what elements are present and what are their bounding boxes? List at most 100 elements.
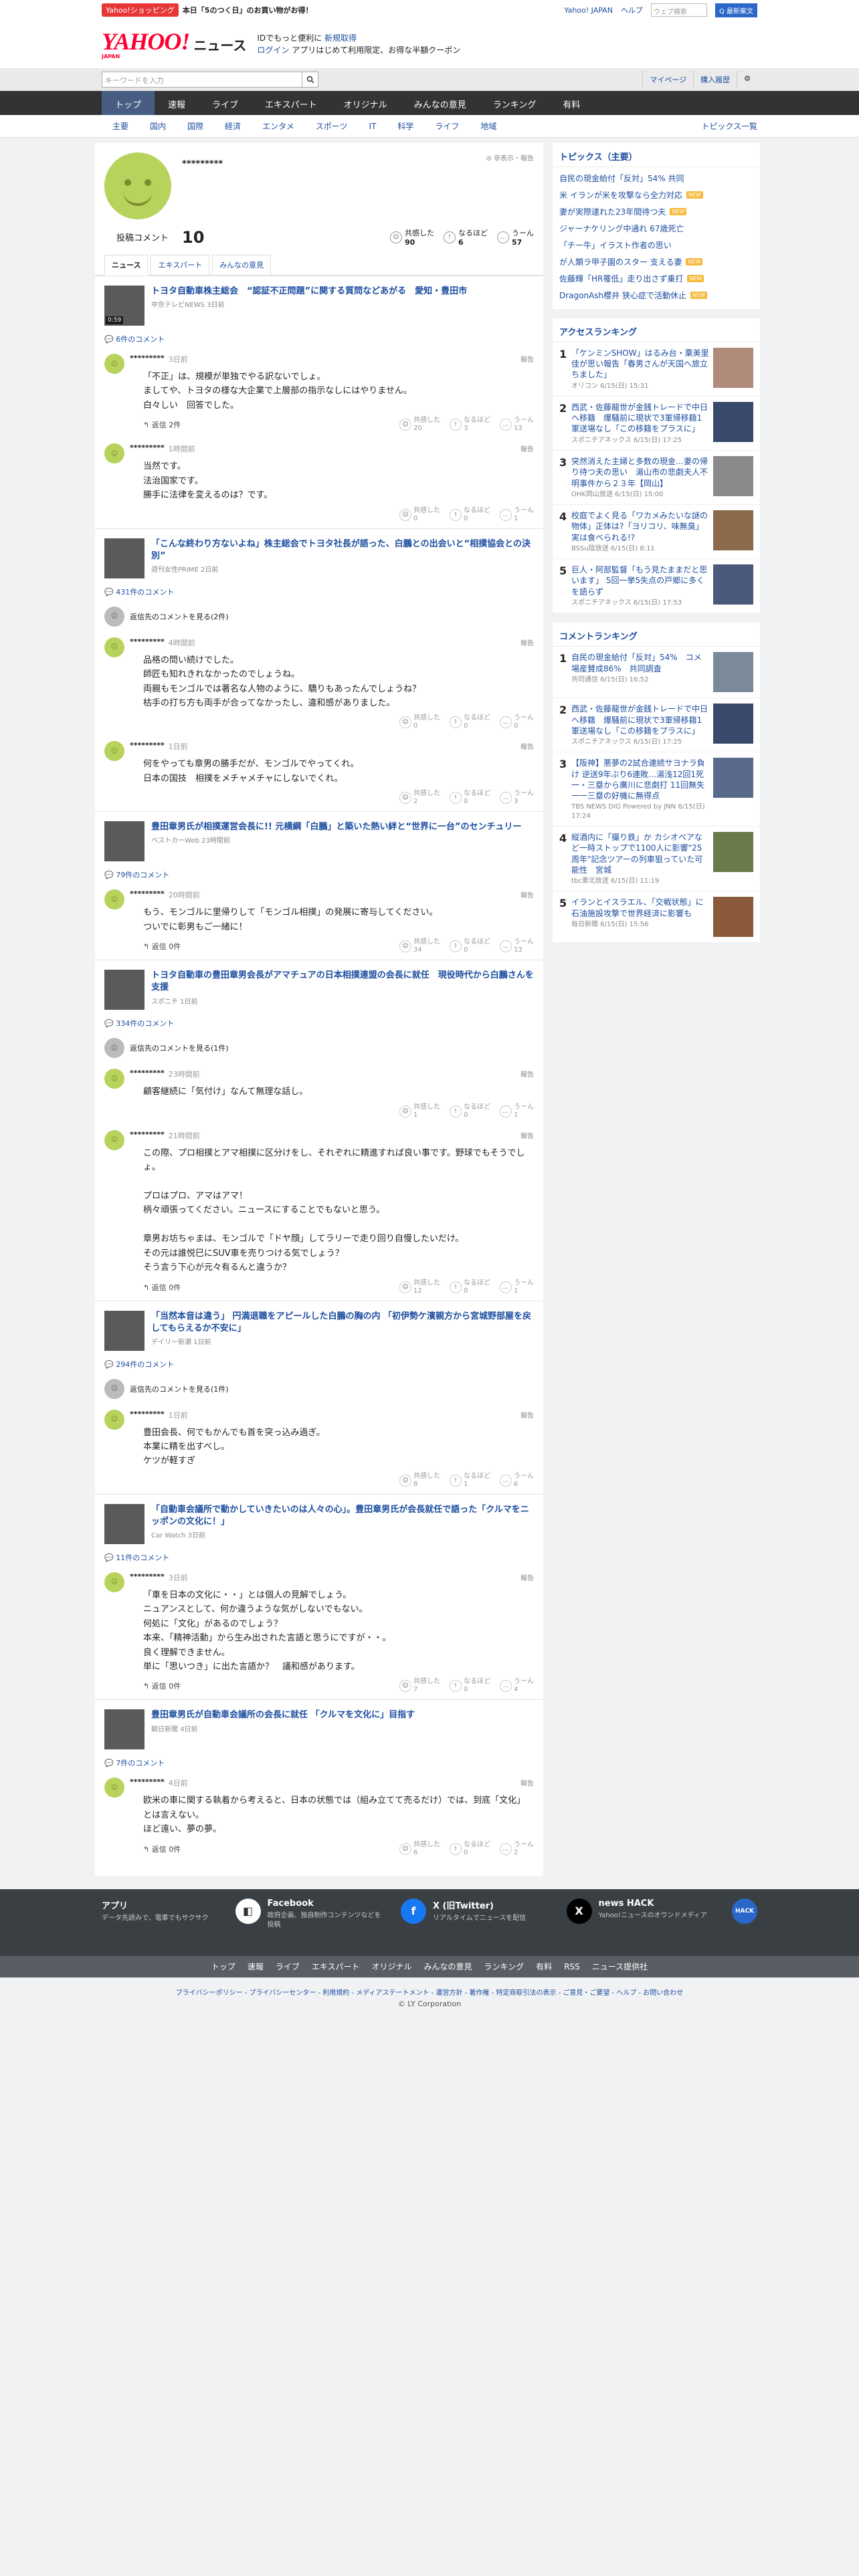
comment-user[interactable]: ********* — [130, 741, 165, 752]
insight-button[interactable]: ! なるほど 0 — [450, 714, 490, 730]
insight-button[interactable]: ! なるほど 0 — [450, 790, 490, 806]
hide-report-link[interactable]: ⊘ 非表示・報告 — [486, 152, 534, 219]
search-icon[interactable] — [302, 71, 318, 88]
footer-link[interactable]: 有料 — [536, 1961, 552, 1972]
footer-link[interactable]: みんなの意見 — [424, 1961, 472, 1972]
footer-link[interactable]: オリジナル — [372, 1961, 412, 1972]
snav-sports[interactable]: スポーツ — [305, 115, 359, 137]
ranking-item[interactable]: 5 巨人・阿部監督「もう見たままだと思います」 5回一挙5失点の戸郷に多くを語らず… — [553, 559, 760, 614]
comment-count-link[interactable]: 💬 431件のコメント — [95, 582, 543, 601]
comment-count-link[interactable]: 💬 79件のコメント — [95, 865, 543, 884]
article-title[interactable]: トヨタ自動車株主総会 “認証不正問題”に関する質問などあがる 愛知・豊田市 — [151, 286, 467, 298]
ranking-item[interactable]: 4 校庭でよく見る「ワカメみたいな謎の物体」正体は?「ヨリコリ、味無臭」実は食べら… — [553, 505, 760, 560]
comment-user[interactable]: ********* — [130, 637, 165, 648]
snav-local[interactable]: 地域 — [470, 115, 507, 137]
ranking-item[interactable]: 5 イランとイスラエル、「交戦状態」に 石油施設攻撃で世界経済に影響も 毎日新聞 6… — [553, 891, 760, 944]
reply-button[interactable]: ↰ 返信 2件 — [143, 419, 181, 430]
reply-button[interactable]: ↰ 返信 0件 — [143, 941, 181, 952]
mypage-link[interactable]: マイページ — [642, 70, 693, 88]
article-title[interactable]: トヨタ自動車の豊田章男会長がアマチュアの日本相撲連盟の会長に就任 現役時代から白… — [151, 970, 534, 994]
article-thumbnail[interactable] — [104, 821, 145, 862]
snav-main[interactable]: 主要 — [102, 115, 139, 137]
article-thumbnail[interactable] — [104, 970, 145, 1010]
article-thumbnail[interactable] — [104, 538, 145, 578]
yahoo-japan-link[interactable]: Yahoo! JAPAN — [564, 6, 613, 15]
hmm-button[interactable]: … うーん 3 — [500, 790, 534, 806]
legal-links[interactable]: プライバシーポリシー - プライバシーセンター - 利用規約 - メディアステー… — [0, 1977, 859, 2000]
article-card[interactable]: 「こんな終わり方ないよね」株主総会でトヨタ社長が語った、白鵬との出会いと“相撲協… — [95, 528, 543, 582]
empathy-button[interactable]: ☺ 共感した 20 — [399, 417, 440, 433]
ranking-item[interactable]: 1 自民の現金給付「反対」54% コメ場産賛成86% 共同調査 共同通信 6/15(… — [553, 647, 760, 699]
hmm-button[interactable]: … うーん 4 — [500, 1678, 534, 1694]
article-thumbnail[interactable] — [104, 1503, 145, 1544]
app-promo[interactable]: アプリ データ先読みで、電車でもサクサク ◧ — [102, 1898, 261, 1947]
topics-list-link[interactable]: トピックス一覧 — [701, 120, 757, 132]
see-parent-comment[interactable]: ☺ 返信先のコメントを見る(1件) — [95, 1033, 543, 1063]
comment-user[interactable]: ********* — [130, 1069, 165, 1079]
gnav-breaking[interactable]: 速報 — [155, 91, 199, 115]
empathy-button[interactable]: ☺ 共感した 2 — [399, 790, 440, 806]
ranking-item[interactable]: 3 【阪神】悪夢の2試合連続サヨナラ負け 逆送9年ぶり6連敗…湯浅12回1死一・三… — [553, 752, 760, 827]
web-search-input[interactable]: ウェブ検索 — [650, 3, 707, 17]
gnav-paid[interactable]: 有料 — [549, 91, 593, 115]
article-card[interactable]: 「自動車会議所で動かしていきたいのは人々の心」。豊田章男氏が会長就任で語った「ク… — [95, 1493, 543, 1548]
report-link[interactable]: 報告 — [520, 1410, 534, 1420]
comment-user[interactable]: ********* — [130, 443, 165, 454]
footer-link[interactable]: ニュース提供社 — [592, 1961, 648, 1972]
tab-news[interactable]: ニュース — [104, 255, 149, 276]
topic-item[interactable]: DragonAsh櫻井 狭心症で活動休止 NEW — [553, 287, 760, 304]
x-promo[interactable]: X (旧Twitter) リアルタイムでニュースを配信 X — [433, 1898, 592, 1947]
report-link[interactable]: 報告 — [520, 443, 534, 454]
footer-link[interactable]: エキスパート — [312, 1961, 360, 1972]
snav-it[interactable]: IT — [358, 116, 387, 136]
hmm-button[interactable]: … うーん 13 — [500, 417, 534, 433]
gnav-top[interactable]: トップ — [102, 91, 155, 115]
comment-user[interactable]: ********* — [130, 1410, 165, 1420]
topic-item[interactable]: 米 イランが米を攻撃なら全力対応 NEW — [553, 187, 760, 203]
report-link[interactable]: 報告 — [520, 741, 534, 752]
access-ranking-title[interactable]: アクセスランキング — [553, 318, 760, 342]
news-label[interactable]: ニュース — [193, 35, 246, 54]
article-title[interactable]: 豊田章男氏が自動車会議所の会長に就任 「クルマを文化に」目指す — [151, 1709, 415, 1721]
hmm-button[interactable]: … うーん 2 — [500, 1841, 534, 1857]
shopping-badge[interactable]: Yahoo!ショッピング — [102, 3, 179, 17]
article-thumbnail[interactable] — [104, 1709, 145, 1750]
hmm-button[interactable]: … うーん 1 — [500, 507, 534, 523]
article-title[interactable]: 豊田章男氏が相撲運営会長に!! 元横綱「白鵬」と築いた熱い絆と“世界に一台”のセ… — [151, 821, 521, 833]
see-parent-comment[interactable]: ☺ 返信先のコメントを見る(1件) — [95, 1374, 543, 1404]
snav-life[interactable]: ライフ — [424, 115, 470, 137]
report-link[interactable]: 報告 — [520, 1130, 534, 1141]
insight-button[interactable]: ! なるほど 3 — [450, 417, 490, 433]
article-card[interactable]: 豊田章男氏が自動車会議所の会長に就任 「クルマを文化に」目指す 朝日新聞 4日前 — [95, 1699, 543, 1753]
ranking-item[interactable]: 3 突然消えた主婦と多数の現金…妻の帰り待つ夫の思い 湯山市の悲劇夫人不明事件から… — [553, 451, 760, 506]
hmm-button[interactable]: … うーん 6 — [500, 1473, 534, 1489]
reply-button[interactable]: ↰ 返信 0件 — [143, 1681, 181, 1691]
footer-link[interactable]: 速報 — [248, 1961, 264, 1972]
insight-button[interactable]: ! なるほど 1 — [450, 1473, 490, 1489]
login-link[interactable]: ログイン — [257, 45, 289, 55]
empathy-button[interactable]: ☺ 共感した 7 — [399, 1678, 440, 1694]
comment-user[interactable]: ********* — [130, 1778, 165, 1788]
ranking-item[interactable]: 2 西武・佐藤龍世が金銭トレードで中日へ移籍 爆騒前に現状で3軍帰移籍1軍送場なし… — [553, 698, 760, 753]
comment-count-link[interactable]: 💬 7件のコメント — [95, 1753, 543, 1772]
snav-economy[interactable]: 経済 — [214, 115, 252, 137]
empathy-button[interactable]: ☺ 共感した 0 — [399, 507, 440, 523]
newshack-promo[interactable]: news HACK Yahoo!ニュースのオウンドメディア HACK — [599, 1898, 757, 1947]
empathy-button[interactable]: ☺ 共感した 34 — [399, 938, 440, 954]
article-card[interactable]: トヨタ自動車の豊田章男会長がアマチュアの日本相撲連盟の会長に就任 現役時代から白… — [95, 960, 543, 1014]
article-thumbnail[interactable] — [104, 1310, 145, 1351]
comment-user[interactable]: ********* — [130, 354, 165, 364]
article-thumbnail[interactable]: 0:59 — [104, 286, 145, 326]
snav-entertainment[interactable]: エンタメ — [252, 115, 305, 137]
topic-item[interactable]: 「チー牛」イラスト作者の思い — [553, 237, 760, 253]
hmm-button[interactable]: … うーん 1 — [500, 1279, 534, 1295]
insight-button[interactable]: ! なるほど 0 — [450, 1678, 490, 1694]
ranking-item[interactable]: 1 「ケンミンSHOW」はるみ台・粟美里佳が思い報告「春男さんが天国へ旅立ちました… — [553, 342, 760, 397]
insight-button[interactable]: ! なるほど 0 — [450, 1103, 490, 1119]
article-title[interactable]: 「自動車会議所で動かしていきたいのは人々の心」。豊田章男氏が会長就任で語った「ク… — [151, 1504, 534, 1528]
see-parent-comment[interactable]: ☺ 返信先のコメントを見る(2件) — [95, 601, 543, 632]
article-card[interactable]: 豊田章男氏が相撲運営会長に!! 元横綱「白鵬」と築いた熱い絆と“世界に一台”のセ… — [95, 811, 543, 865]
report-link[interactable]: 報告 — [520, 354, 534, 364]
empathy-button[interactable]: ☺ 共感した 8 — [399, 1473, 440, 1489]
topic-item[interactable]: が人類ラ甲子園のスター 支える妻 NEW — [553, 253, 760, 270]
